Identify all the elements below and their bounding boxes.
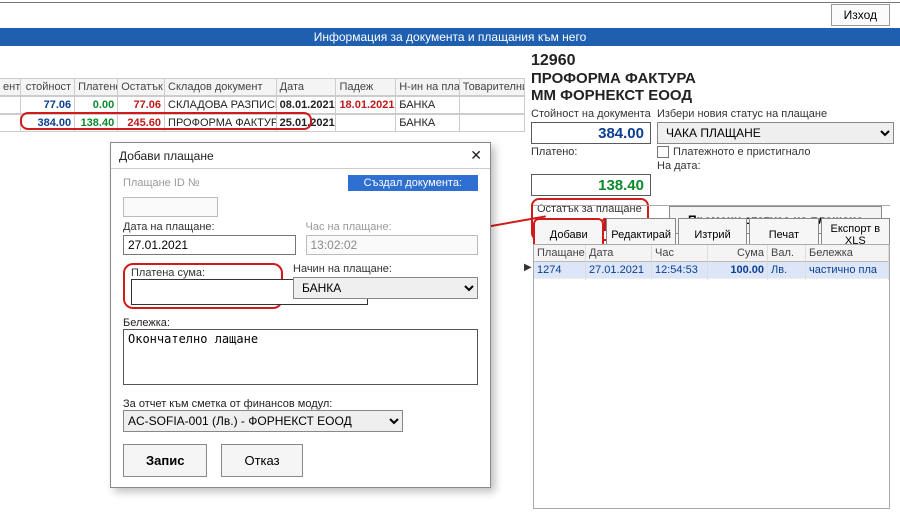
dialog-title: Добави плащане bbox=[119, 149, 214, 163]
method-select[interactable]: БАНКА bbox=[293, 277, 478, 299]
documents-table: ент стойност Платено Остатък Складов док… bbox=[0, 78, 525, 132]
time-label: Час на плащане: bbox=[306, 221, 479, 233]
table-row[interactable]: 384.00 138.40 245.60 ПРОФОРМА ФАКТУРА 25… bbox=[0, 114, 525, 132]
time-input bbox=[306, 235, 479, 255]
col-ost: Остатък bbox=[118, 78, 165, 96]
paid-amount-box: Платена сума: Лв. bbox=[123, 263, 283, 309]
col-th: ент bbox=[0, 78, 21, 96]
note-label: Бележка: bbox=[123, 317, 478, 329]
creator-button[interactable]: Създал документа: bbox=[348, 175, 478, 191]
account-label: За отчет към сметка от финансов модул: bbox=[123, 398, 478, 410]
document-type: ПРОФОРМА ФАКТУРА bbox=[531, 70, 894, 87]
cancel-button[interactable]: Отказ bbox=[221, 444, 302, 477]
document-number: 12960 bbox=[531, 52, 894, 70]
doc-value: 384.00 bbox=[531, 122, 651, 144]
account-select[interactable]: AC-SOFIA-001 (Лв.) - ФОРНЕКСТ ЕООД bbox=[123, 410, 403, 432]
date-label: Дата на плащане: bbox=[123, 221, 296, 233]
arrived-checkbox[interactable]: Платежното е пристигнало bbox=[657, 146, 894, 158]
method-label: Начин на плащане: bbox=[293, 263, 478, 275]
col-pad: Падеж bbox=[336, 78, 396, 96]
section-title-bar: Информация за документа и плащания към н… bbox=[0, 28, 900, 46]
exit-button[interactable]: Изход bbox=[831, 4, 890, 26]
payment-id-input bbox=[123, 197, 218, 217]
payment-id-label: Плащане ID № bbox=[123, 177, 200, 189]
close-icon[interactable]: ✕ bbox=[470, 147, 482, 164]
value-label: Стойност на документа bbox=[531, 108, 651, 120]
col-tov: Товарителница bbox=[460, 78, 525, 96]
document-party: ММ ФОРНЕКСТ ЕООД bbox=[531, 87, 894, 104]
paid-value: 138.40 bbox=[531, 174, 651, 196]
col-dat: Дата bbox=[277, 78, 337, 96]
col-nac: Н-ин на плащане bbox=[396, 78, 459, 96]
nadata-label: На дата: bbox=[657, 160, 894, 172]
table-row[interactable]: 77.06 0.00 77.06 СКЛАДОВА РАЗПИСКА 08.01… bbox=[0, 96, 525, 114]
col-sto: стойност bbox=[21, 78, 75, 96]
date-input[interactable] bbox=[123, 235, 296, 255]
status-label: Избери новия статус на плащане bbox=[657, 108, 894, 120]
paid-label: Платено: bbox=[531, 146, 651, 172]
caret-icon: ▶ bbox=[524, 262, 532, 273]
note-textarea[interactable] bbox=[123, 329, 478, 385]
col-skl: Складов документ bbox=[165, 78, 277, 96]
add-payment-dialog: Добави плащане ✕ Плащане ID № Създал док… bbox=[110, 142, 491, 488]
table-row[interactable]: ▶ 1274 27.01.2021 12:54:53 100.00 Лв. ча… bbox=[534, 262, 889, 279]
save-button[interactable]: Запис bbox=[123, 444, 207, 477]
status-select[interactable]: ЧАКА ПЛАЩАНЕ bbox=[657, 122, 894, 144]
col-pla: Платено bbox=[75, 78, 118, 96]
